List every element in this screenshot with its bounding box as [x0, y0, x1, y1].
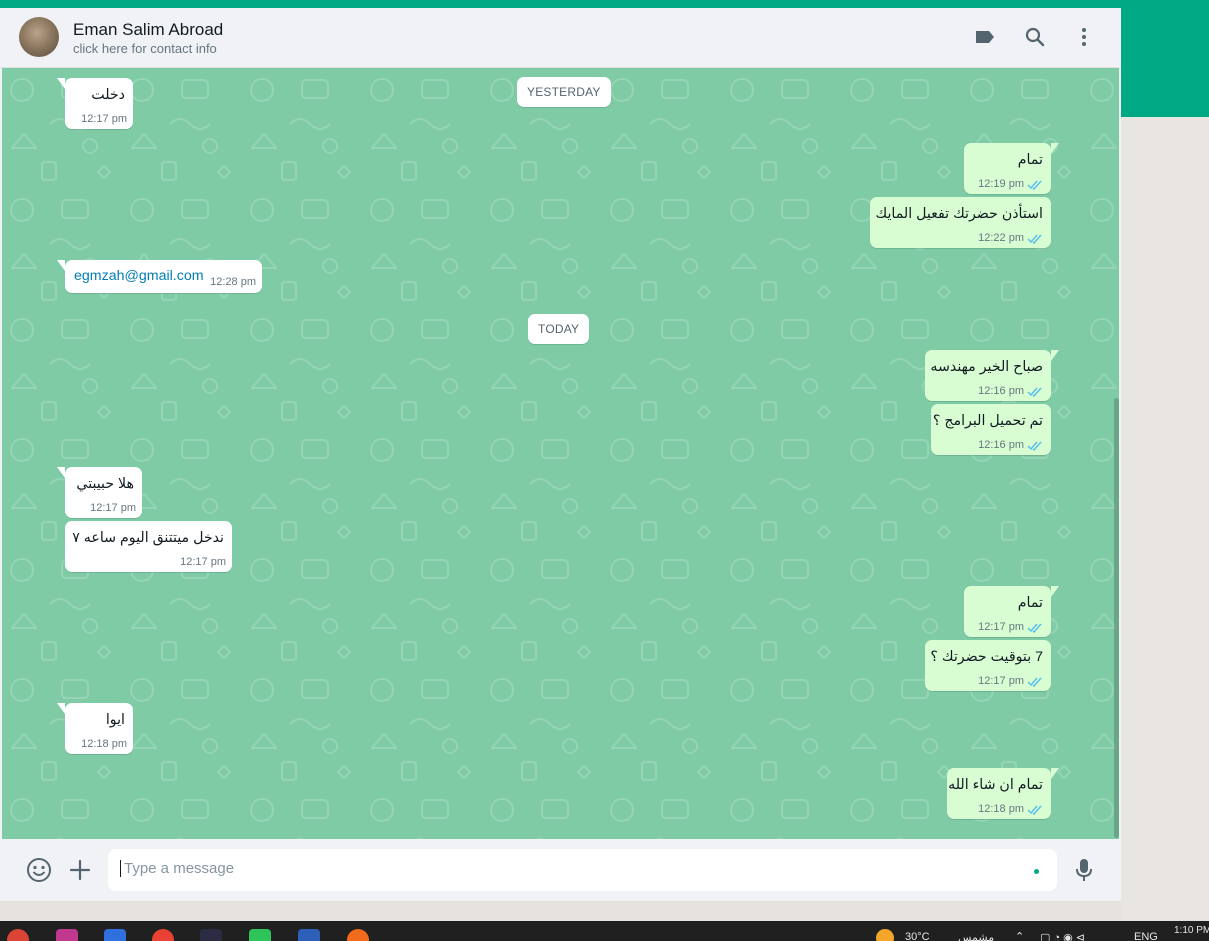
bubble-tail: [1051, 350, 1059, 361]
message-text: دخلت: [91, 87, 125, 103]
read-tick-icon: [1027, 441, 1042, 451]
bubble-tail: [57, 260, 65, 271]
app-taskbar-icon[interactable]: [249, 929, 271, 941]
word-taskbar-icon[interactable]: [298, 929, 320, 941]
bubble-tail: [57, 467, 65, 478]
message-time: 12:16 pm: [978, 439, 1024, 451]
weather-temperature[interactable]: 30°C: [905, 931, 930, 941]
message-time: 12:28 pm: [210, 276, 256, 288]
message-time: 12:22 pm: [978, 232, 1024, 244]
message-out[interactable]: تمام 12:17 pm: [964, 586, 1059, 637]
message-text: ندخل ميتتنق اليوم ساعه ٧: [72, 530, 224, 546]
language-indicator[interactable]: ENG: [1134, 931, 1158, 941]
message-list[interactable]: YESTERDAY TODAY دخلت 12:17 pm تمام 12:19…: [2, 68, 1119, 839]
chrome-taskbar-icon[interactable]: [152, 929, 174, 941]
message-time: 12:17 pm: [81, 113, 127, 125]
contact-subtitle[interactable]: click here for contact info: [73, 41, 217, 56]
message-time: 12:17 pm: [978, 621, 1024, 633]
message-out[interactable]: تمام ان شاء الله 12:18 pm: [947, 768, 1059, 819]
tray-icons[interactable]: ▢ ◔ ◉ ⊲: [1040, 931, 1085, 941]
bubble-tail: [57, 703, 65, 714]
os-taskbar: 30°C مشمس ⌃ ▢ ◔ ◉ ⊲ ENG 1:10 PM: [0, 921, 1209, 941]
read-tick-icon: [1027, 180, 1042, 190]
menu-icon[interactable]: [1072, 25, 1096, 49]
label-icon[interactable]: [973, 25, 997, 49]
message-in[interactable]: هلا حبيبتي 12:17 pm: [57, 467, 142, 518]
chrome-taskbar-icon[interactable]: [7, 929, 29, 941]
message-time: 12:18 pm: [81, 738, 127, 750]
message-text: ايوا: [105, 712, 125, 728]
status-dot: [1034, 869, 1039, 874]
message-time: 12:17 pm: [90, 502, 136, 514]
message-text: هلا حبيبتي: [76, 476, 134, 492]
weather-icon[interactable]: [876, 929, 894, 941]
read-tick-icon: [1027, 677, 1042, 687]
app-taskbar-icon[interactable]: [200, 929, 222, 941]
background-accent-panel: [1121, 8, 1209, 117]
date-separator: TODAY: [528, 314, 590, 344]
message-in[interactable]: ندخل ميتتنق اليوم ساعه ٧ 12:17 pm: [65, 521, 232, 572]
message-time: 12:17 pm: [978, 675, 1024, 687]
compose-bar: [0, 839, 1121, 901]
message-in[interactable]: دخلت 12:17 pm: [57, 78, 133, 129]
weather-description[interactable]: مشمس: [958, 931, 994, 941]
message-in[interactable]: egmzah@gmail.com 12:28 pm: [57, 260, 262, 293]
search-icon[interactable]: [1023, 25, 1047, 49]
avatar[interactable]: [19, 17, 59, 57]
read-tick-icon: [1027, 623, 1042, 633]
message-input[interactable]: [120, 860, 1020, 877]
background-panel: [1121, 117, 1209, 920]
message-text: تمام: [1017, 152, 1043, 168]
message-time: 12:19 pm: [978, 178, 1024, 190]
chat-scrollbar[interactable]: [1114, 398, 1119, 838]
message-out[interactable]: استأذن حضرتك تفعيل المايك 12:22 pm: [870, 197, 1051, 248]
bubble-tail: [1051, 143, 1059, 154]
tray-chevron-icon[interactable]: ⌃: [1015, 930, 1024, 941]
app-taskbar-icon[interactable]: [56, 929, 78, 941]
attach-plus-icon[interactable]: [67, 857, 93, 883]
message-time: 12:17 pm: [180, 556, 226, 568]
message-text: تمام: [1017, 595, 1043, 611]
app-taskbar-icon[interactable]: [347, 929, 369, 941]
message-out[interactable]: تم تحميل البرامج ؟ 12:16 pm: [931, 404, 1051, 455]
emoji-icon[interactable]: [26, 857, 52, 883]
chat-window: Eman Salim Abroad click here for contact…: [0, 8, 1121, 901]
message-text: تم تحميل البرامج ؟: [932, 413, 1043, 429]
message-time: 12:18 pm: [978, 803, 1024, 815]
message-out[interactable]: تمام 12:19 pm: [964, 143, 1059, 194]
contact-name[interactable]: Eman Salim Abroad: [73, 20, 223, 40]
read-tick-icon: [1027, 387, 1042, 397]
bubble-tail: [1051, 586, 1059, 597]
email-link[interactable]: egmzah@gmail.com: [74, 268, 204, 284]
message-text: تمام ان شاء الله: [948, 777, 1043, 793]
message-text: استأذن حضرتك تفعيل المايك: [875, 206, 1044, 222]
clock[interactable]: 1:10 PM: [1174, 925, 1209, 936]
bubble-tail: [1051, 768, 1059, 779]
message-out[interactable]: صباح الخير مهندسه 12:16 pm: [925, 350, 1059, 401]
bubble-tail: [57, 78, 65, 89]
app-taskbar-icon[interactable]: [104, 929, 126, 941]
read-tick-icon: [1027, 805, 1042, 815]
read-tick-icon: [1027, 234, 1042, 244]
message-text: صباح الخير مهندسه: [930, 359, 1043, 375]
date-separator: YESTERDAY: [517, 77, 611, 107]
top-accent-strip: [0, 0, 1209, 8]
chat-header[interactable]: Eman Salim Abroad click here for contact…: [0, 8, 1121, 68]
message-out[interactable]: 7 بتوقيت حضرتك ؟ 12:17 pm: [925, 640, 1051, 691]
message-input-box[interactable]: [108, 849, 1057, 891]
message-text: 7 بتوقيت حضرتك ؟: [930, 649, 1043, 665]
message-in[interactable]: ايوا 12:18 pm: [57, 703, 133, 754]
message-time: 12:16 pm: [978, 385, 1024, 397]
microphone-icon[interactable]: [1071, 857, 1097, 883]
